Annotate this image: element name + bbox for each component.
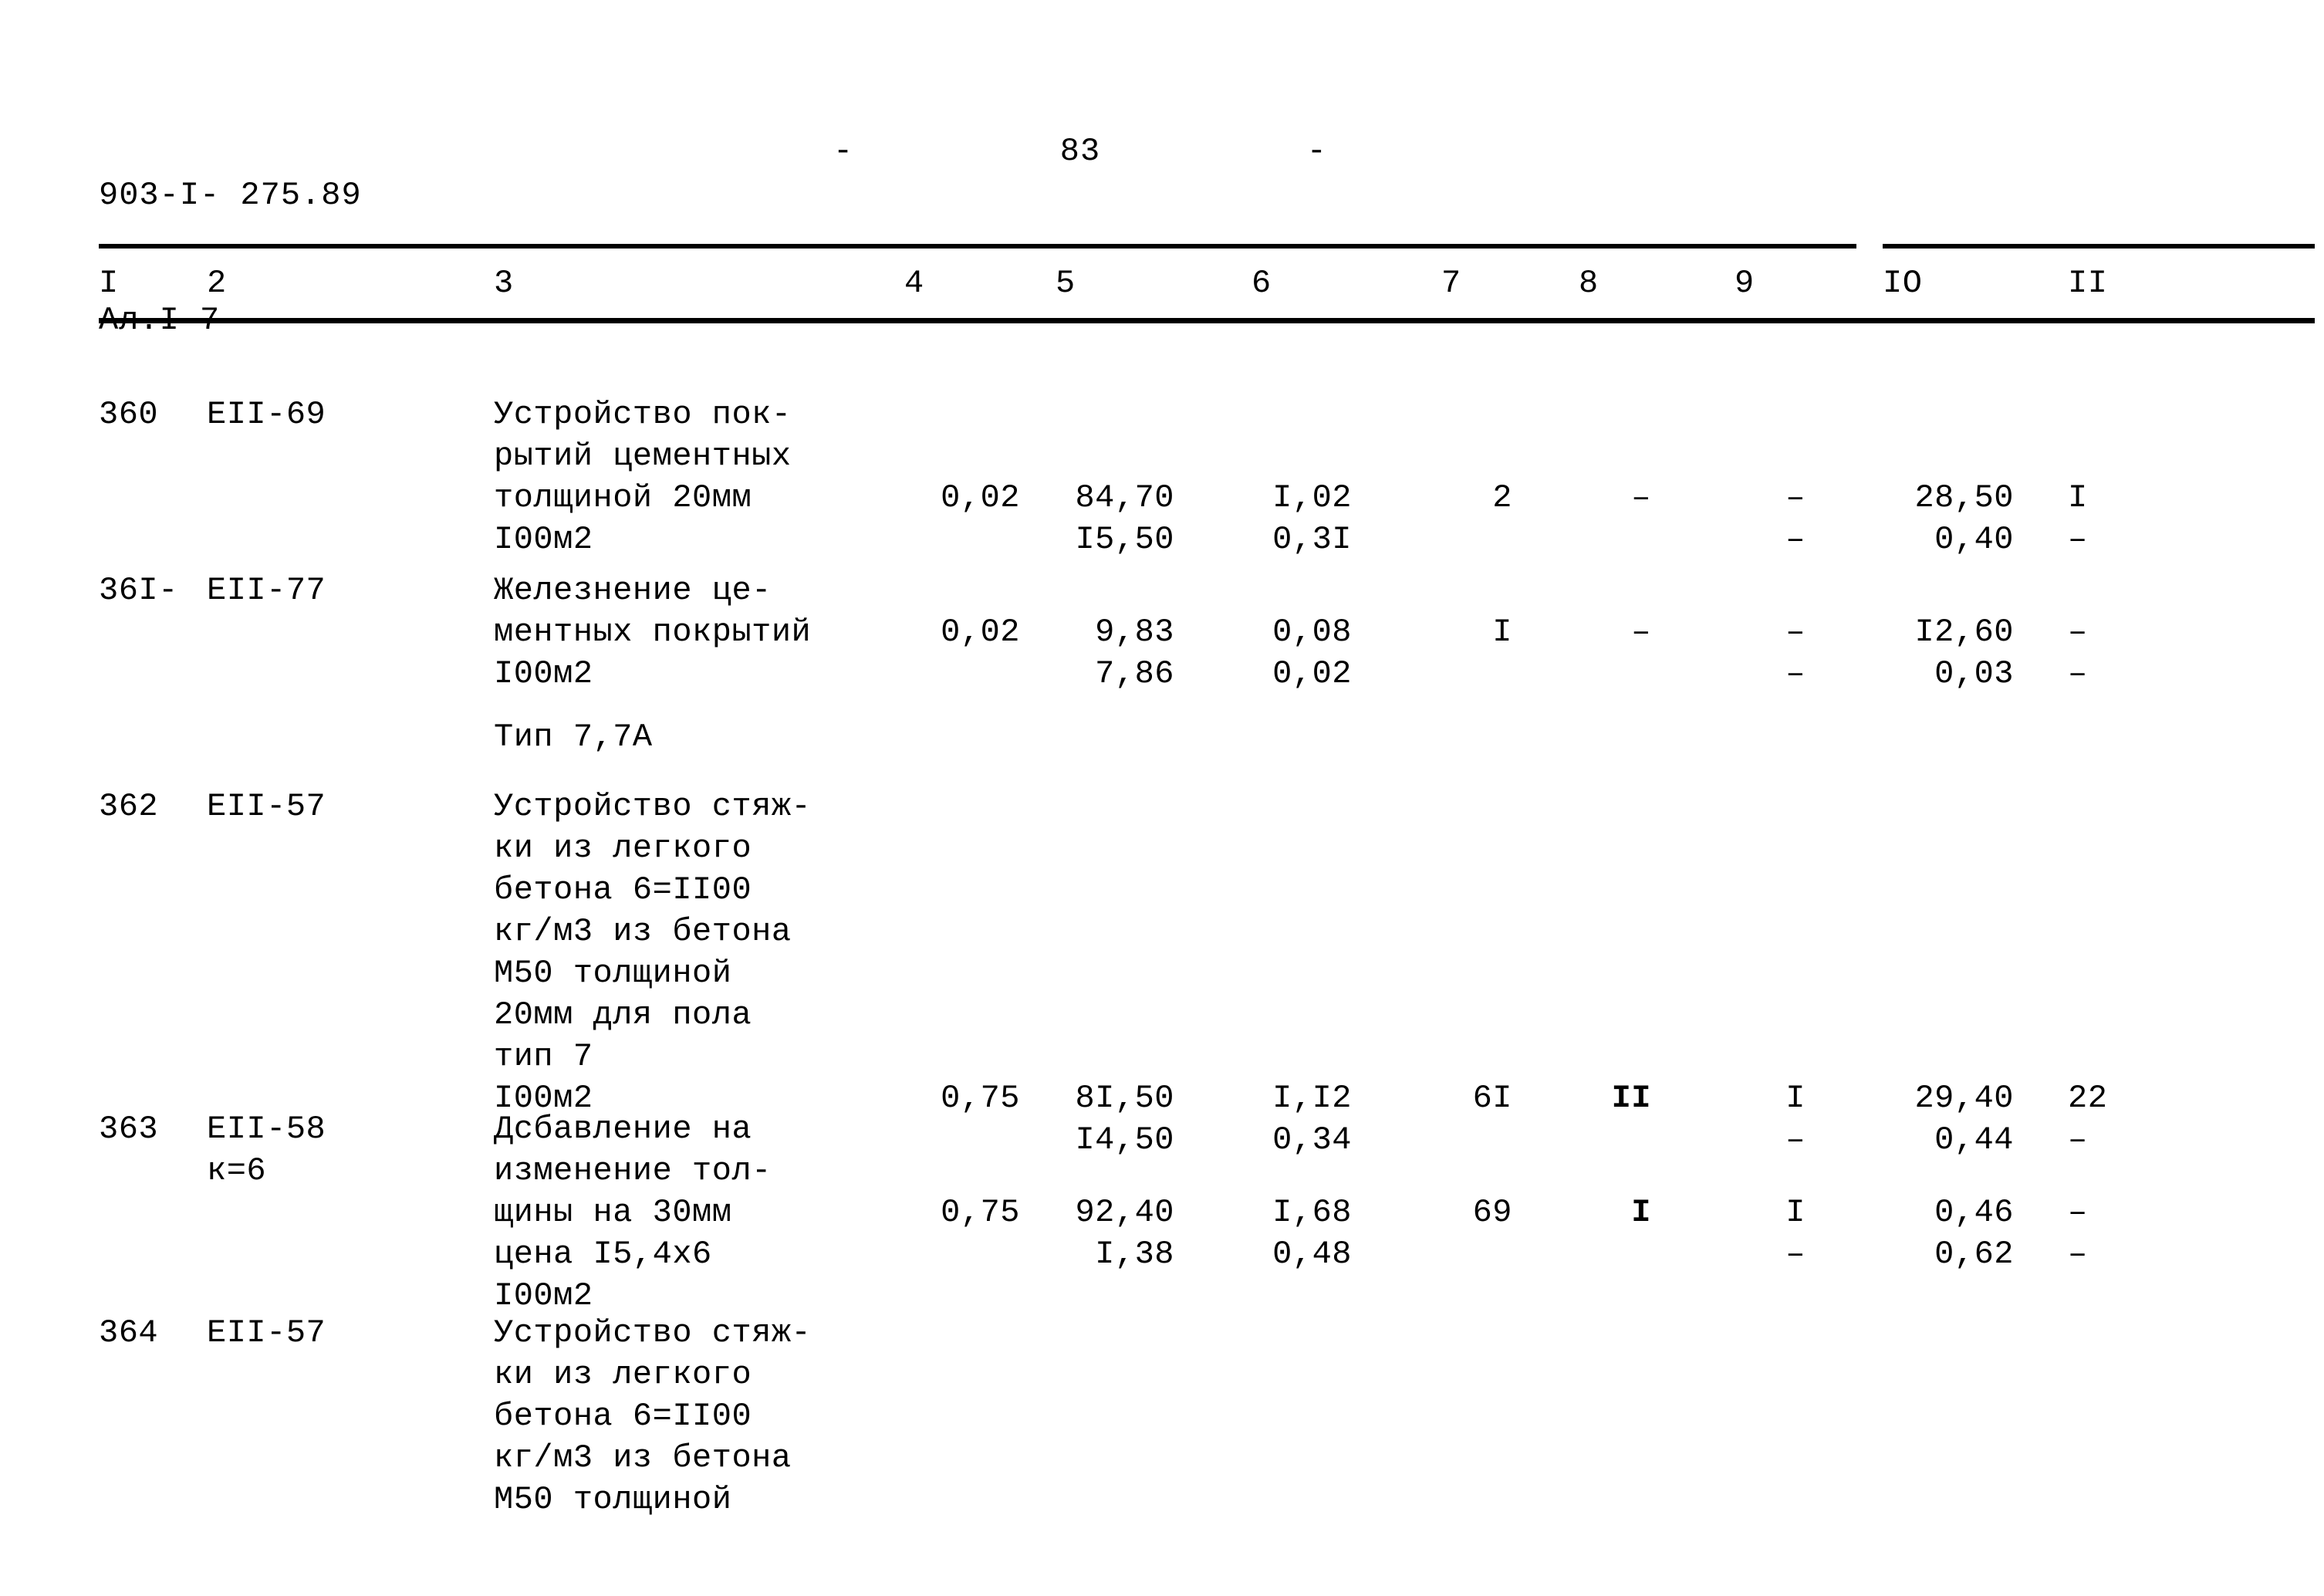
row-col5-top: 84,70 (1075, 479, 1174, 516)
column-header-3: 3 (494, 265, 514, 302)
column-header-5: 5 (1056, 265, 1076, 302)
row-col9-top: – (1785, 614, 1805, 651)
column-header-7: 7 (1441, 265, 1461, 302)
row-col10-bottom: 0,40 (1934, 521, 2014, 558)
row-col9-bottom: – (1785, 1121, 1805, 1158)
row-description: Устройство стяж- ки из легкого бетона 6=… (494, 1314, 812, 1518)
row-code: ЕII-69 (207, 396, 326, 433)
row-col5-bottom: I5,50 (1075, 521, 1174, 558)
row-code: ЕII-77 (207, 572, 326, 609)
row-col10-top: 0,46 (1934, 1194, 2014, 1231)
column-header-4: 4 (904, 265, 924, 302)
row-col11-top: 22 (2068, 1080, 2108, 1117)
row-col6-top: I,68 (1272, 1194, 1352, 1231)
row-col11-top: I (2068, 479, 2088, 516)
type-subheading: Тип 7,7А (494, 719, 653, 756)
row-col10-top: 28,50 (1914, 479, 2014, 516)
row-col6-top: I,02 (1272, 479, 1352, 516)
page-dash-left: - (833, 133, 854, 170)
row-code: ЕII-57 (207, 1314, 326, 1351)
row-description: Устройство стяж- ки из легкого бетона 6=… (494, 788, 812, 1117)
row-description: Дсбавление на изменение тол- щины на 30м… (494, 1111, 772, 1314)
row-description: Железнение це- ментных покрытий I00м2 (494, 572, 812, 692)
row-col8-top: I (1631, 1194, 1651, 1231)
row-col9-top: – (1785, 479, 1805, 516)
row-code: ЕII-58 к=6 (207, 1111, 326, 1189)
row-col9-bottom: – (1785, 655, 1805, 692)
row-number: 364 (99, 1314, 159, 1351)
row-col5-top: 9,83 (1095, 614, 1174, 651)
row-col9-top: I (1785, 1080, 1805, 1117)
row-number: 363 (99, 1111, 159, 1148)
row-col10-top: I2,60 (1914, 614, 2014, 651)
row-col5-top: 92,40 (1075, 1194, 1174, 1231)
row-col8-top: – (1631, 479, 1651, 516)
row-col7-top: I (1492, 614, 1512, 651)
page-number-marker: - 83 - (833, 133, 1327, 170)
row-col5-bottom: I,38 (1095, 1236, 1174, 1273)
page-number: 83 (1059, 133, 1101, 170)
row-col6-bottom: 0,48 (1272, 1236, 1352, 1273)
column-header-6: 6 (1252, 265, 1272, 302)
row-col4: 0,02 (941, 479, 1020, 516)
row-number: 36I- (99, 572, 178, 609)
document-code-header: 903-I- 275.89 Ал.I 7 (99, 91, 362, 424)
column-header-2: 2 (207, 265, 227, 302)
row-number: 362 (99, 788, 159, 825)
row-col4: 0,75 (941, 1194, 1020, 1231)
row-col10-bottom: 0,03 (1934, 655, 2014, 692)
row-code: ЕII-57 (207, 788, 326, 825)
row-col9-bottom: – (1785, 1236, 1805, 1273)
row-col10-top: 29,40 (1914, 1080, 2014, 1117)
table-header-bottom-rule (99, 318, 2315, 323)
table-top-rule-left (99, 244, 1856, 249)
column-header-10: IO (1883, 265, 1923, 302)
row-col11-top: – (2068, 1194, 2088, 1231)
row-col9-bottom: – (1785, 521, 1805, 558)
row-col7-top: 2 (1492, 479, 1512, 516)
row-col9-top: I (1785, 1194, 1805, 1231)
row-col7-top: 69 (1472, 1194, 1512, 1231)
row-col10-bottom: 0,44 (1934, 1121, 2014, 1158)
column-header-8: 8 (1579, 265, 1599, 302)
row-col11-bottom: – (2068, 1121, 2088, 1158)
row-col6-bottom: 0,3I (1272, 521, 1352, 558)
document-page: 903-I- 275.89 Ал.I 7 - 83 - I 2 3 4 5 6 … (0, 0, 2324, 1596)
row-col8-top: – (1631, 614, 1651, 651)
row-description: Устройство пок- рытий цементных толщиной… (494, 396, 792, 558)
row-col8-top: II (1611, 1080, 1651, 1117)
column-header-9: 9 (1735, 265, 1755, 302)
row-col5-bottom: 7,86 (1095, 655, 1174, 692)
row-col4: 0,02 (941, 614, 1020, 651)
document-code-line-1: 903-I- 275.89 (99, 177, 362, 214)
row-col6-bottom: 0,02 (1272, 655, 1352, 692)
row-col5-top: 8I,50 (1075, 1080, 1174, 1117)
row-col6-bottom: 0,34 (1272, 1121, 1352, 1158)
row-col11-top: – (2068, 614, 2088, 651)
row-col6-top: 0,08 (1272, 614, 1352, 651)
column-header-11: II (2068, 265, 2108, 302)
row-col11-bottom: – (2068, 1236, 2088, 1273)
column-header-1: I (99, 265, 119, 302)
row-col6-top: I,I2 (1272, 1080, 1352, 1117)
page-dash-right: - (1306, 133, 1327, 170)
row-col11-bottom: – (2068, 521, 2088, 558)
row-col11-bottom: – (2068, 655, 2088, 692)
row-number: 360 (99, 396, 159, 433)
row-col7-top: 6I (1472, 1080, 1512, 1117)
row-col5-bottom: I4,50 (1075, 1121, 1174, 1158)
table-top-rule-right (1883, 244, 2315, 249)
row-col10-bottom: 0,62 (1934, 1236, 2014, 1273)
row-col4: 0,75 (941, 1080, 1020, 1117)
